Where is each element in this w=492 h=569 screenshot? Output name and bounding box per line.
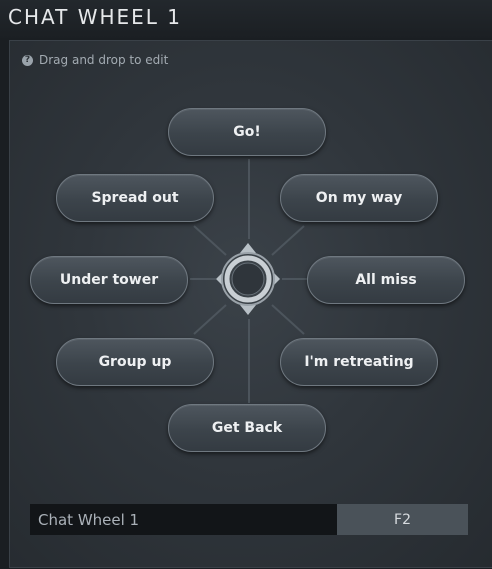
window-title: CHAT WHEEL 1 — [8, 5, 183, 29]
wheel-item-get-back[interactable]: Get Back — [168, 404, 326, 452]
help-icon: ? — [22, 54, 33, 66]
wheel-item-spread-out[interactable]: Spread out — [56, 174, 214, 222]
hotkey-button[interactable]: F2 — [337, 504, 468, 535]
chat-wheel-panel: ? Drag and drop to edit Go! On my way Al… — [9, 40, 492, 568]
wheel-name-field[interactable]: Chat Wheel 1 — [30, 504, 337, 535]
wheel-item-all-miss[interactable]: All miss — [307, 256, 465, 304]
wheel-item-go[interactable]: Go! — [168, 108, 326, 156]
wheel-item-on-my-way[interactable]: On my way — [280, 174, 438, 222]
wheel-item-under-tower[interactable]: Under tower — [30, 256, 188, 304]
title-bar: CHAT WHEEL 1 — [0, 0, 492, 38]
wheel-item-group-up[interactable]: Group up — [56, 338, 214, 386]
compass-ring-icon — [214, 241, 282, 317]
drag-hint: ? Drag and drop to edit — [22, 53, 168, 67]
wheel-item-retreating[interactable]: I'm retreating — [280, 338, 438, 386]
drag-hint-text: Drag and drop to edit — [39, 53, 169, 67]
